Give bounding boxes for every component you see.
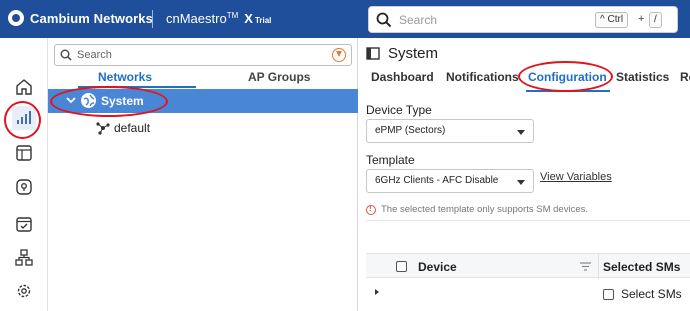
device-type-select[interactable]: ePMP (Sectors) xyxy=(366,119,534,143)
trial-badge: Trial xyxy=(254,16,272,25)
template-note-text: The selected template only supports SM d… xyxy=(381,204,588,215)
dashboard-icon xyxy=(16,145,32,161)
top-bar: Cambium Networks cnMaestroTM X Trial Searc… xyxy=(0,0,690,38)
sidebar-toggle-icon[interactable] xyxy=(366,47,380,60)
shortcut-slash-key: / xyxy=(649,12,662,28)
tree-node-default[interactable]: default xyxy=(48,118,358,138)
view-variables-link[interactable]: View Variables xyxy=(540,171,612,183)
tab-ap-groups[interactable]: AP Groups xyxy=(248,70,310,84)
page-title: System xyxy=(366,45,438,62)
product-x-label: X xyxy=(244,11,253,26)
column-divider xyxy=(598,254,599,279)
global-search-input[interactable]: Search ^ Ctrl + / xyxy=(368,6,678,33)
devices-table: Device Selected SMs Select SMs xyxy=(366,220,690,311)
tree-search-placeholder: Search xyxy=(77,49,112,61)
product-label: cnMaestro xyxy=(166,11,227,26)
rail-home[interactable] xyxy=(12,75,36,99)
left-rail xyxy=(0,38,48,311)
tab-statistics[interactable]: Statistics xyxy=(616,70,669,84)
tree-search-input[interactable]: Search xyxy=(54,44,352,66)
network-tree-panel: Search Networks AP Groups System default xyxy=(48,38,358,311)
tab-notifications[interactable]: Notifications xyxy=(446,70,519,84)
search-icon xyxy=(60,49,72,61)
network-icon xyxy=(15,249,33,266)
home-icon xyxy=(16,79,32,95)
global-search-placeholder: Search xyxy=(399,13,438,27)
rail-map[interactable] xyxy=(12,175,36,199)
shortcut-plus: + xyxy=(638,13,645,25)
device-type-label: Device Type xyxy=(366,103,432,117)
select-sms-label: Select SMs xyxy=(621,287,682,301)
tab-reports[interactable]: Re xyxy=(680,70,690,84)
dropdown-arrow-icon xyxy=(517,180,525,185)
trademark-mark: TM xyxy=(226,11,239,20)
cambium-logo-icon xyxy=(8,10,24,26)
column-header-selected-sms[interactable]: Selected SMs xyxy=(603,260,680,274)
column-header-device[interactable]: Device xyxy=(418,260,457,274)
dropdown-arrow-icon xyxy=(517,130,525,135)
tab-networks[interactable]: Networks xyxy=(98,70,152,84)
filter-icon[interactable] xyxy=(332,48,346,62)
annotation-circle-configuration xyxy=(518,61,613,92)
filter-lines-icon[interactable] xyxy=(580,262,591,271)
expand-row-icon[interactable] xyxy=(375,289,379,295)
search-icon xyxy=(376,12,392,28)
map-icon xyxy=(16,179,32,195)
shortcut-ctrl-key: ^ Ctrl xyxy=(595,12,629,28)
product-name: cnMaestroTM X Trial xyxy=(166,11,271,26)
template-note: The selected template only supports SM d… xyxy=(366,204,588,215)
template-select[interactable]: 6GHz Clients - AFC Disable xyxy=(366,169,534,193)
device-type-value: ePMP (Sectors) xyxy=(375,125,446,136)
shortcut-ctrl-label: Ctrl xyxy=(607,14,624,25)
warning-icon xyxy=(366,204,376,215)
template-label: Template xyxy=(366,153,415,167)
rail-settings[interactable] xyxy=(12,279,36,303)
table-header: Device Selected SMs xyxy=(366,253,690,279)
tree-node-label: default xyxy=(114,121,151,135)
tab-dashboard[interactable]: Dashboard xyxy=(371,70,434,84)
template-value: 6GHz Clients - AFC Disable xyxy=(375,175,499,186)
table-row[interactable]: Select SMs xyxy=(366,279,690,309)
select-all-checkbox[interactable] xyxy=(396,261,407,272)
settings-icon xyxy=(17,284,31,298)
tree-tabs: Networks AP Groups xyxy=(48,68,358,88)
annotation-circle-system xyxy=(50,86,168,117)
rail-tasks[interactable] xyxy=(12,212,36,236)
page-title-label: System xyxy=(388,45,439,62)
rail-dashboard[interactable] xyxy=(12,141,36,165)
tasks-icon xyxy=(16,217,32,232)
annotation-circle-monitor xyxy=(4,101,41,139)
select-sms-checkbox[interactable] xyxy=(603,289,614,300)
rail-network[interactable] xyxy=(12,246,36,270)
brand-divider xyxy=(152,10,153,28)
brand-name: Cambium Networks xyxy=(30,10,153,26)
network-node-icon xyxy=(96,122,110,135)
brand[interactable]: Cambium Networks xyxy=(8,10,153,26)
